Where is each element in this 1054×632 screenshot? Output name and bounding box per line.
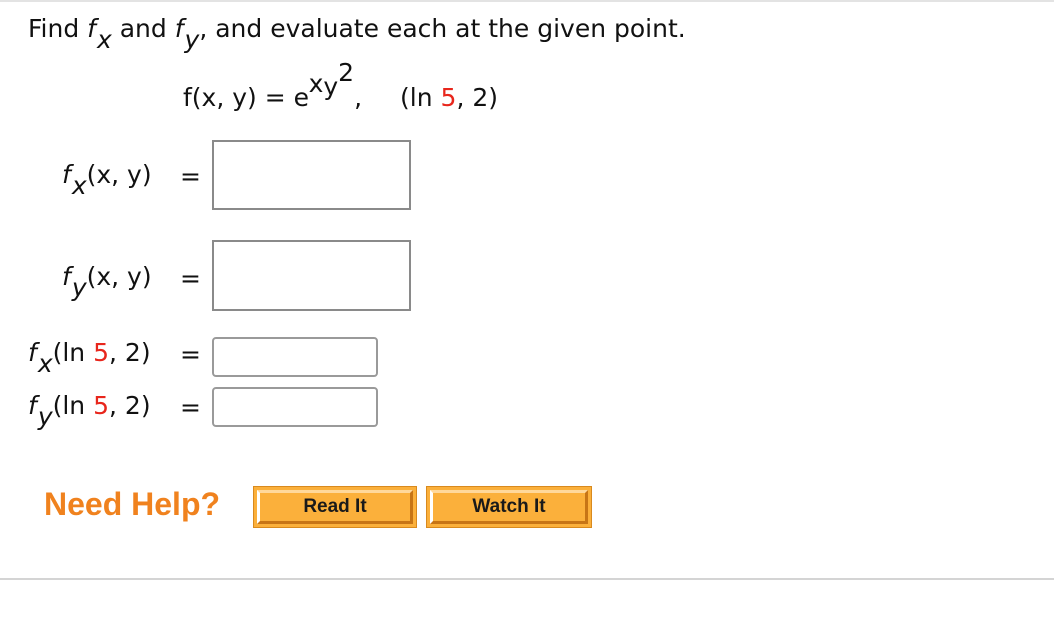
function-exponent-2: 2: [338, 58, 355, 87]
function-lhs: f(x, y) = e: [183, 83, 309, 112]
fy-eval-close: , 2): [109, 391, 151, 420]
function-definition: f(x, y) = exy2, (ln 5, 2): [183, 58, 498, 112]
prompt-rest-text: , and evaluate each at the given point.: [199, 14, 686, 43]
fx-eval-value: 5: [93, 338, 110, 367]
fy-equals: =: [180, 264, 201, 293]
read-it-button-label[interactable]: Read It: [257, 490, 413, 524]
fx-eval-answer-input[interactable]: [212, 337, 378, 377]
prompt-y-subscript: y: [184, 24, 200, 54]
fy-eval-sub: y: [37, 401, 53, 431]
watch-it-button-label[interactable]: Watch It: [430, 490, 588, 524]
fx-equals: =: [180, 162, 201, 191]
fx-f: f: [62, 160, 71, 189]
function-comma: ,: [354, 83, 363, 112]
watch-it-button[interactable]: Watch It: [426, 486, 592, 528]
function-exponent-x: x: [308, 69, 324, 99]
point-value: 5: [440, 83, 457, 112]
fx-args: (x, y): [86, 160, 152, 189]
fy-answer-input[interactable]: [212, 240, 411, 311]
fy-eval-answer-input[interactable]: [212, 387, 378, 427]
fy-args: (x, y): [86, 262, 152, 291]
fy-eval-label: fy(ln 5, 2): [28, 391, 151, 431]
problem-prompt: Find fx and fy, and evaluate each at the…: [28, 14, 686, 54]
fx-eval-f: f: [28, 338, 37, 367]
fx-eval-sub: x: [37, 348, 53, 378]
fx-answer-input[interactable]: [212, 140, 411, 210]
fy-sub: y: [71, 272, 87, 302]
fx-eval-label: fx(ln 5, 2): [28, 338, 151, 378]
fy-label: fy(x, y): [62, 262, 152, 302]
fx-sub: x: [71, 170, 87, 200]
fy-eval-f: f: [28, 391, 37, 420]
prompt-find-text: Find: [28, 14, 88, 43]
bottom-divider: [0, 578, 1054, 580]
need-help-label: Need Help?: [44, 486, 221, 522]
top-divider: [0, 0, 1054, 2]
fx-eval-open: (ln: [52, 338, 94, 367]
fx-label: fx(x, y): [62, 160, 152, 200]
fy-f: f: [62, 262, 71, 291]
prompt-and-text: and: [111, 14, 175, 43]
point-open: (ln: [400, 83, 441, 112]
prompt-f-symbol: f: [87, 14, 96, 43]
function-exponent-y: y: [323, 71, 339, 101]
fx-eval-close: , 2): [109, 338, 151, 367]
prompt-x-subscript: x: [96, 24, 112, 54]
prompt-f-symbol-2: f: [174, 14, 184, 43]
fy-eval-equals: =: [180, 393, 201, 422]
point-close: , 2): [456, 83, 498, 112]
fx-eval-equals: =: [180, 340, 201, 369]
fy-eval-value: 5: [93, 391, 110, 420]
read-it-button[interactable]: Read It: [253, 486, 417, 528]
fy-eval-open: (ln: [52, 391, 94, 420]
